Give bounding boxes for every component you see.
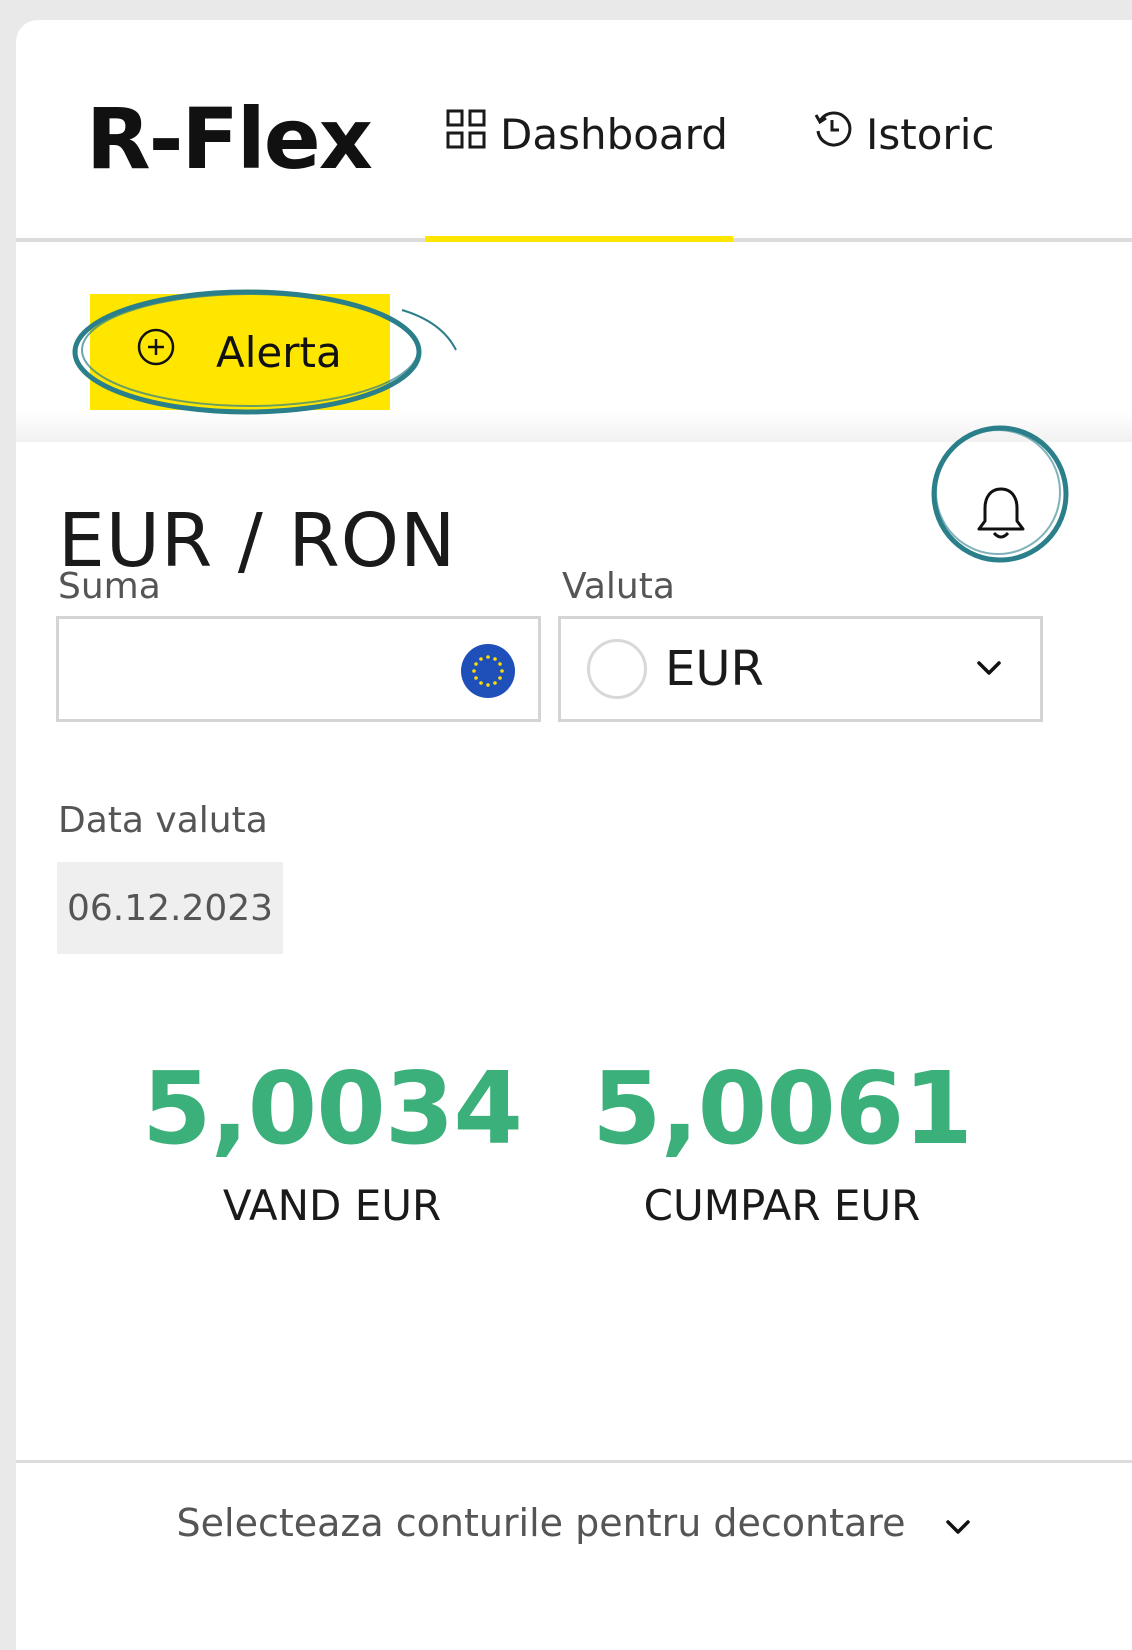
amount-field[interactable]	[56, 616, 541, 722]
settlement-accounts-select[interactable]: Selecteaza conturile pentru decontare	[16, 1463, 1132, 1583]
sell-rate-label: VAND EUR	[222, 1181, 442, 1230]
app-title: R-Flex	[86, 90, 373, 188]
chevron-down-icon	[945, 1501, 971, 1545]
add-alert-label: Alerta	[216, 327, 342, 377]
amount-input[interactable]	[59, 619, 439, 719]
tab-dashboard[interactable]: Dashboard	[446, 102, 728, 166]
history-clock-icon	[812, 109, 852, 159]
sell-rate-value: 5,0034	[142, 1050, 523, 1167]
currency-selected-value: EUR	[665, 641, 764, 697]
grid-icon	[446, 109, 486, 159]
settlement-accounts-label: Selecteaza conturile pentru decontare	[176, 1501, 906, 1545]
tab-dashboard-label: Dashboard	[500, 109, 728, 159]
value-date-value: 06.12.2023	[66, 887, 274, 929]
currency-select[interactable]: EUR	[558, 616, 1043, 722]
plus-circle-icon	[136, 327, 176, 377]
eu-flag-icon	[460, 643, 516, 699]
tab-istoric[interactable]: Istoric	[812, 102, 994, 166]
currency-label: Valuta	[562, 566, 675, 607]
sell-rate: 5,0034 VAND EUR	[122, 1050, 542, 1230]
amount-label: Suma	[58, 566, 161, 607]
main-card: R-Flex Dashboard Istoric Alerta EUR / RO…	[16, 20, 1132, 1650]
currency-flag-placeholder	[587, 639, 647, 699]
notification-bell-button[interactable]	[956, 470, 1046, 560]
chevron-down-icon	[976, 659, 1002, 681]
add-alert-button[interactable]: Alerta	[90, 294, 390, 410]
toolbar: Alerta	[16, 242, 1132, 442]
value-date-label: Data valuta	[58, 800, 268, 841]
buy-rate-value: 5,0061	[592, 1050, 973, 1167]
bell-icon	[973, 483, 1029, 547]
buy-rate-label: CUMPAR EUR	[643, 1181, 921, 1230]
tab-istoric-label: Istoric	[866, 109, 995, 159]
buy-rate: 5,0061 CUMPAR EUR	[572, 1050, 992, 1230]
value-date-field[interactable]: 06.12.2023	[57, 862, 283, 954]
